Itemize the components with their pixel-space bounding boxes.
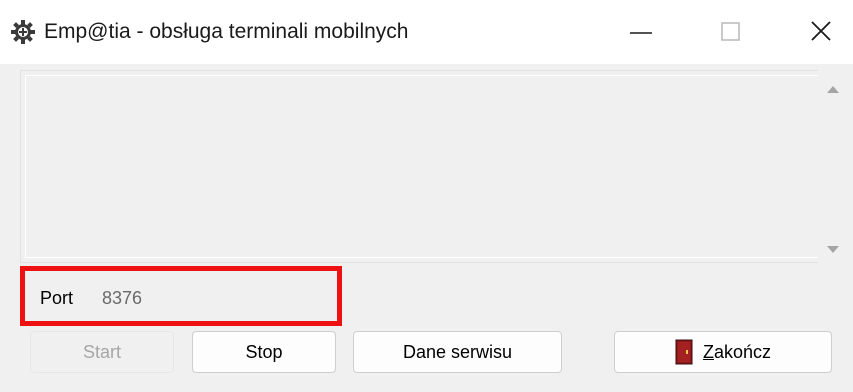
stop-button-label: Stop [245, 341, 283, 362]
window-title: Emp@tia - obsługa terminali mobilnych [44, 20, 409, 43]
log-content [25, 75, 823, 258]
port-label: Port [40, 288, 74, 308]
door-exit-icon [675, 339, 693, 365]
gear-icon [11, 20, 35, 44]
start-button-label: Start [82, 341, 121, 362]
scroll-down-arrow-icon[interactable] [818, 240, 848, 260]
log-scrollbar[interactable] [818, 70, 848, 263]
port-input[interactable] [94, 278, 324, 318]
minimize-icon[interactable] [610, 0, 672, 64]
dane-serwisu-button-label: Dane serwisu [402, 341, 513, 362]
stop-button[interactable]: Stop [192, 331, 336, 373]
maximize-icon[interactable] [700, 0, 762, 64]
scroll-up-arrow-icon[interactable] [818, 78, 848, 98]
zakoncz-mnemonic: Z [702, 341, 714, 362]
close-icon[interactable] [790, 0, 852, 64]
start-button[interactable]: Start [30, 331, 174, 373]
zakoncz-button-label: Zakończ [703, 342, 771, 363]
title-bar: Emp@tia - obsługa terminali mobilnych [0, 0, 853, 64]
zakoncz-label-rest: akończ [713, 341, 772, 362]
log-textarea[interactable] [20, 70, 828, 263]
dane-serwisu-button[interactable]: Dane serwisu [353, 331, 562, 373]
zakoncz-button[interactable]: Zakończ [614, 331, 832, 373]
